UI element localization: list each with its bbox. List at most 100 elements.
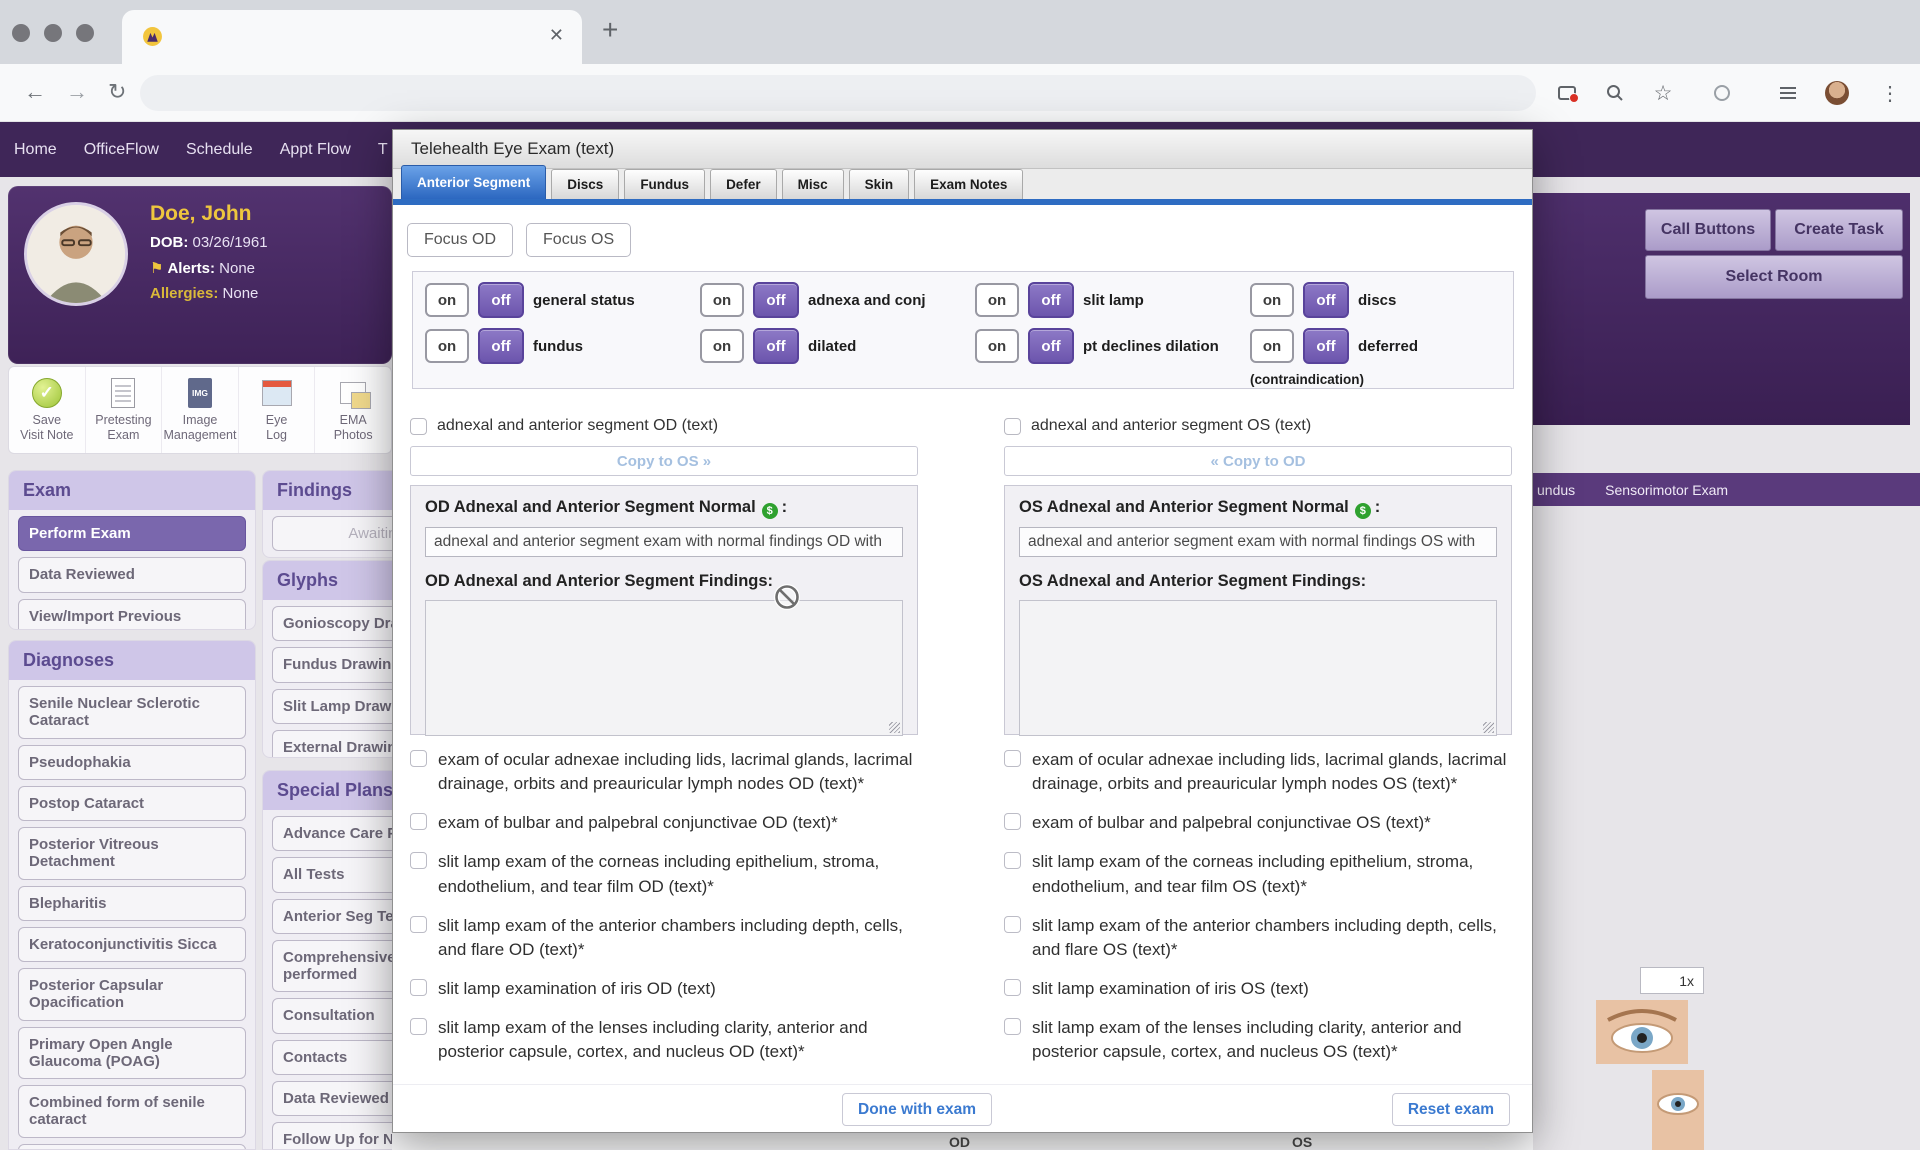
search-icon[interactable] [1603, 81, 1627, 105]
exam-checkbox[interactable] [410, 813, 427, 830]
toggle-on-button[interactable]: on [700, 329, 744, 363]
call-buttons-button[interactable]: Call Buttons [1645, 209, 1771, 251]
modal-tab[interactable]: Defer [710, 169, 777, 199]
create-task-button[interactable]: Create Task [1775, 209, 1903, 251]
reading-list-icon[interactable] [1776, 81, 1800, 105]
os-findings-textarea[interactable] [1019, 600, 1497, 736]
exam-checkbox[interactable] [1004, 750, 1021, 767]
copy-to-od-button[interactable]: « Copy to OD [1004, 446, 1512, 476]
od-section-checkbox-label: adnexal and anterior segment OD (text) [437, 417, 718, 435]
exam-checkbox[interactable] [410, 979, 427, 996]
toggle-off-button[interactable]: off [1303, 328, 1349, 364]
diagnosis-item[interactable]: Postop Cataract [18, 786, 246, 821]
toggle-on-button[interactable]: on [425, 283, 469, 317]
patient-allergies: Allergies: None [150, 285, 268, 302]
exam-section-tab[interactable]: undus [1537, 482, 1575, 498]
exam-checkbox[interactable] [1004, 916, 1021, 933]
profile-circle-icon[interactable] [1710, 81, 1734, 105]
diagnosis-item[interactable]: Primary Open Angle Glaucoma (POAG) [18, 1027, 246, 1080]
done-with-exam-button[interactable]: Done with exam [842, 1093, 992, 1126]
toggle-off-button[interactable]: off [1028, 282, 1074, 318]
od-findings-textarea[interactable] [425, 600, 903, 736]
minimize-window-icon [44, 24, 62, 42]
window-controls[interactable] [12, 24, 94, 42]
modal-tab[interactable]: Fundus [624, 169, 705, 199]
kebab-menu-icon[interactable]: ⋮ [1878, 81, 1902, 105]
browser-toolbar: ← → ↻ ☆ ⋮ [0, 64, 1920, 122]
diagnosis-item[interactable]: Pseudophakia [18, 745, 246, 780]
action-toolbar-button[interactable]: EMAPhotos [315, 367, 391, 453]
action-toolbar-button[interactable]: EyeLog [239, 367, 316, 453]
bookmark-star-icon[interactable]: ☆ [1651, 81, 1675, 105]
exam-panel-item[interactable]: View/Import Previous [18, 599, 246, 631]
od-normal-input[interactable]: adnexal and anterior segment exam with n… [425, 527, 903, 557]
address-bar[interactable] [140, 75, 1536, 111]
exam-checkbox[interactable] [410, 750, 427, 767]
modal-tab[interactable]: Discs [551, 169, 619, 199]
toggle-off-button[interactable]: off [478, 328, 524, 364]
exam-checkbox[interactable] [1004, 852, 1021, 869]
user-avatar[interactable] [1825, 81, 1849, 105]
toggle-on-button[interactable]: on [975, 283, 1019, 317]
toggle-on-button[interactable]: on [1250, 283, 1294, 317]
action-toolbar-button[interactable]: ImageManagement [162, 367, 239, 453]
od-section-checkbox[interactable] [410, 418, 427, 435]
exam-checkbox[interactable] [1004, 1018, 1021, 1035]
nav-item[interactable]: Appt Flow [280, 141, 351, 159]
os-section-checkbox[interactable] [1004, 418, 1021, 435]
exam-panel-item[interactable]: Perform Exam [18, 516, 246, 551]
diagnosis-item[interactable]: Posterior Capsular Opacification [18, 968, 246, 1021]
tab-close-icon[interactable]: ✕ [549, 25, 564, 46]
nav-item[interactable]: Schedule [186, 141, 253, 159]
exam-checkbox[interactable] [1004, 979, 1021, 996]
extension-icon[interactable] [1555, 81, 1579, 105]
toggle-on-button[interactable]: on [700, 283, 744, 317]
focus-os-button[interactable]: Focus OS [526, 223, 631, 257]
billing-dollar-icon: $ [1355, 503, 1371, 519]
toggle-on-button[interactable]: on [1250, 329, 1294, 363]
exam-checklist-label: exam of ocular adnexae including lids, l… [1032, 748, 1512, 796]
exam-checkbox[interactable] [410, 852, 427, 869]
nav-item[interactable]: OfficeFlow [84, 141, 159, 159]
diagnosis-item[interactable]: Posterior Vitreous Detachment [18, 827, 246, 880]
diagnosis-item[interactable]: Keratoconjunctivitis Sicca [18, 927, 246, 962]
toggle-label: adnexa and conj [808, 292, 926, 309]
toggle-off-button[interactable]: off [753, 282, 799, 318]
exam-checkbox[interactable] [1004, 813, 1021, 830]
toggle-on-button[interactable]: on [975, 329, 1019, 363]
toggle-label: fundus [533, 338, 583, 355]
modal-tab[interactable]: Misc [782, 169, 844, 199]
browser-tab[interactable]: ✕ [122, 10, 582, 64]
select-room-button[interactable]: Select Room [1645, 255, 1903, 299]
toggle-on-button[interactable]: on [425, 329, 469, 363]
exam-panel-item[interactable]: Data Reviewed [18, 557, 246, 592]
nav-item[interactable]: Home [14, 141, 57, 159]
action-toolbar-button[interactable]: PretestingExam [86, 367, 163, 453]
os-normal-input[interactable]: adnexal and anterior segment exam with n… [1019, 527, 1497, 557]
toggle-off-button[interactable]: off [478, 282, 524, 318]
tab-favicon-icon [142, 26, 163, 47]
back-icon[interactable]: ← [24, 79, 46, 105]
reload-icon[interactable]: ↻ [108, 79, 126, 105]
copy-to-os-button[interactable]: Copy to OS » [410, 446, 918, 476]
toggle-off-button[interactable]: off [1028, 328, 1074, 364]
nav-item[interactable]: T [378, 141, 388, 159]
exam-section-tab[interactable]: Sensorimotor Exam [1605, 482, 1728, 498]
action-toolbar-button[interactable]: SaveVisit Note [9, 367, 86, 453]
modal-tab[interactable]: Exam Notes [914, 169, 1023, 199]
forward-icon[interactable]: → [66, 79, 88, 105]
modal-tab[interactable]: Anterior Segment [401, 165, 546, 199]
diagnosis-item[interactable]: Combined form of senile cataract [18, 1085, 246, 1138]
diagnosis-item[interactable]: Blepharitis [18, 886, 246, 921]
exam-checkbox[interactable] [410, 1018, 427, 1035]
toggle-off-button[interactable]: off [1303, 282, 1349, 318]
focus-od-button[interactable]: Focus OD [407, 223, 513, 257]
reset-exam-button[interactable]: Reset exam [1392, 1093, 1510, 1126]
diagnosis-item[interactable]: Dry Macular Degeneration [18, 1144, 246, 1150]
diagnosis-item[interactable]: Senile Nuclear Sclerotic Cataract [18, 686, 246, 739]
zoom-level-box[interactable]: 1x [1640, 967, 1704, 994]
toggle-off-button[interactable]: off [753, 328, 799, 364]
modal-tab[interactable]: Skin [849, 169, 910, 199]
exam-checkbox[interactable] [410, 916, 427, 933]
new-tab-button[interactable]: + [602, 14, 618, 46]
